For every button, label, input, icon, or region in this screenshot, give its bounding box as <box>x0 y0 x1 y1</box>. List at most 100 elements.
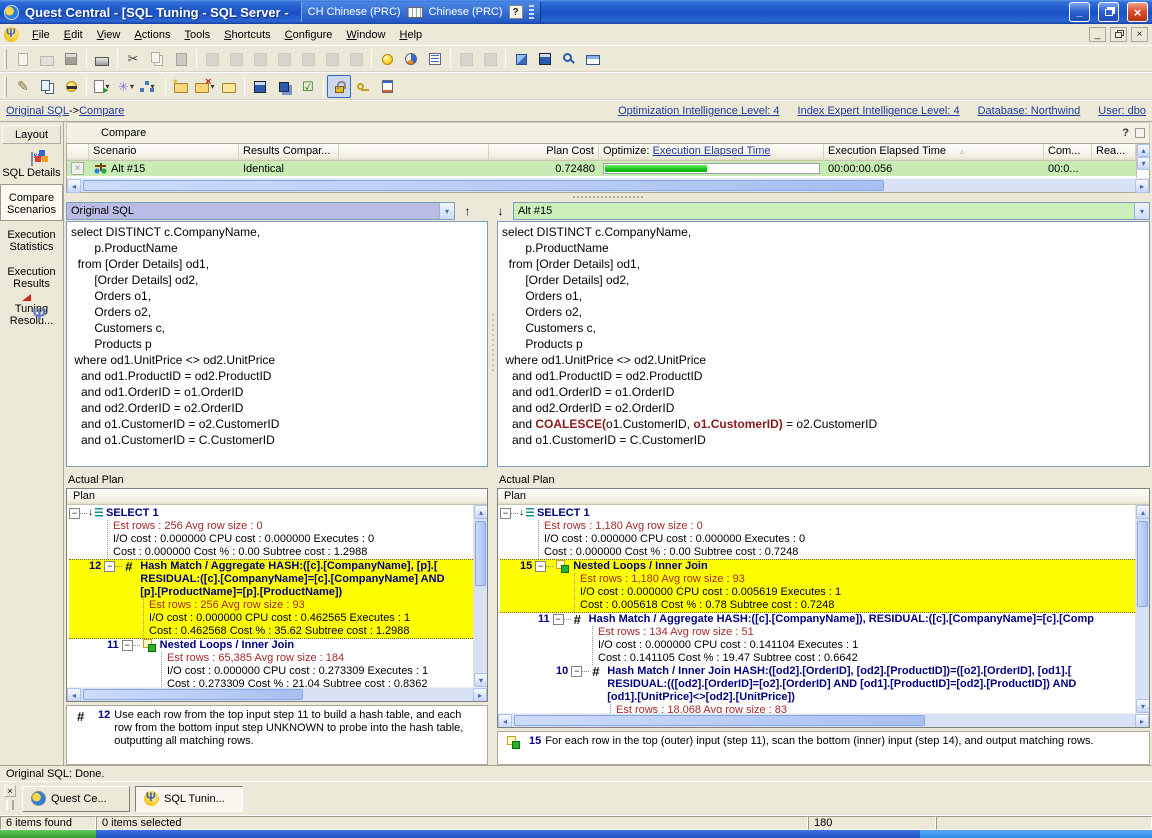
header-link-2[interactable]: Database: Northwind <box>978 105 1081 117</box>
header-link-3[interactable]: User: dbo <box>1098 105 1146 117</box>
right-plan-horizontal-scrollbar[interactable]: ◂ ▸ <box>498 713 1149 727</box>
toolbar-button-lock[interactable] <box>327 75 351 98</box>
toolbar-button-cut[interactable] <box>121 48 145 71</box>
toolbar-button-statistics-chart[interactable] <box>399 48 423 71</box>
toolbar-button-print[interactable] <box>90 48 114 71</box>
column-header-elapsed[interactable]: Execution Elapsed Time▵ <box>824 144 1044 161</box>
start-button-sliver[interactable] <box>0 830 96 838</box>
menu-item-actions[interactable]: Actions <box>127 26 177 44</box>
toolbar-button-database-browser[interactable] <box>509 48 533 71</box>
chevron-down-icon[interactable]: ▾ <box>1134 203 1149 219</box>
toolbar-button-compare-scenarios[interactable] <box>35 75 59 98</box>
menu-item-view[interactable]: View <box>90 26 128 44</box>
menu-item-shortcuts[interactable]: Shortcuts <box>217 26 277 44</box>
plan-node-step-11[interactable]: 11−Hash Match / Aggregate HASH:([c].[Com… <box>500 613 1135 665</box>
language-label[interactable]: CH Chinese (PRC) <box>308 6 401 18</box>
language-bar-grip[interactable] <box>529 5 534 19</box>
collapse-toggle-icon[interactable]: − <box>104 561 115 572</box>
right-plan-vertical-scrollbar[interactable]: ▴ ▾ <box>1135 505 1149 713</box>
grid-vertical-scrollbar[interactable]: ▴▾ <box>1136 144 1149 178</box>
plan-node-step-15[interactable]: 15−Nested Loops / Inner JoinEst rows : 1… <box>500 559 1135 613</box>
delete-scenario-icon[interactable] <box>71 162 84 175</box>
toolbar-button-show-plan[interactable]: ▾ <box>138 75 162 98</box>
keyboard-layout-label[interactable]: Chinese (PRC) <box>429 6 503 18</box>
left-plan-tree[interactable]: −SELECT 1Est rows : 256 Avg row size : 0… <box>67 505 473 687</box>
original-sql-text[interactable]: select DISTINCT c.CompanyName, p.Product… <box>66 221 488 467</box>
alternative-sql-text[interactable]: select DISTINCT c.CompanyName, p.Product… <box>497 221 1150 467</box>
toolbar-button-save-all[interactable] <box>272 75 296 98</box>
column-header-completed[interactable]: Com... <box>1044 144 1092 161</box>
menu-item-help[interactable]: Help <box>393 26 430 44</box>
language-help-button[interactable]: ? <box>509 5 523 19</box>
plan-node-step-12[interactable]: 12−Hash Match / Aggregate HASH:([c].[Com… <box>69 559 473 639</box>
plan-node-select[interactable]: −SELECT 1Est rows : 256 Avg row size : 0… <box>69 507 473 559</box>
close-button[interactable]: × <box>1127 2 1148 22</box>
toolbar-button-sql-advisor[interactable] <box>59 75 83 98</box>
column-header-scenario[interactable]: Scenario <box>89 144 239 161</box>
sidebar-item-execution-statistics[interactable]: Execution Statistics <box>0 221 63 258</box>
collapse-toggle-icon[interactable]: − <box>122 640 133 651</box>
sidebar-item-sql-details[interactable]: SQL Details <box>0 147 63 184</box>
left-plan-horizontal-scrollbar[interactable]: ◂ ▸ <box>67 687 487 701</box>
layout-header-button[interactable]: Layout <box>2 125 61 144</box>
toolbar-button-object-search[interactable] <box>557 48 581 71</box>
plan-node-step-10[interactable]: 10−Hash Match / Inner Join HASH:([od2].[… <box>500 665 1135 713</box>
mdi-minimize-button[interactable]: _ <box>1089 27 1106 42</box>
sidebar-item-tuning-resolutions[interactable]: Tuning Resolu... <box>0 295 63 332</box>
toolbar-button-optimize-sql[interactable]: ▾ <box>114 75 138 98</box>
header-link-0[interactable]: Optimization Intelligence Level: 4 <box>618 105 779 117</box>
taskbar-grip[interactable] <box>6 800 14 810</box>
optimize-metric-link[interactable]: Execution Elapsed Time <box>653 145 771 157</box>
toolbar-button-export-data[interactable] <box>533 48 557 71</box>
menu-item-tools[interactable]: Tools <box>177 26 217 44</box>
panel-pin-button[interactable] <box>1135 128 1145 138</box>
collapse-toggle-icon[interactable]: − <box>535 561 546 572</box>
plan-node-step-11[interactable]: 11−Nested Loops / Inner JoinEst rows : 6… <box>69 639 473 687</box>
move-up-button[interactable]: ↑ <box>459 203 476 220</box>
toolbar-button-tune-sql[interactable] <box>11 75 35 98</box>
panel-help-button[interactable]: ? <box>1122 127 1129 139</box>
sidebar-item-execution-results[interactable]: Execution Results <box>0 258 63 295</box>
right-plan-tree[interactable]: −SELECT 1Est rows : 1,180 Avg row size :… <box>498 505 1135 713</box>
right-scenario-selector[interactable]: Alt #15 ▾ <box>513 202 1150 220</box>
collapse-toggle-icon[interactable]: − <box>69 508 80 519</box>
menu-item-file[interactable]: File <box>25 26 57 44</box>
toolbar-button-reports[interactable] <box>581 48 605 71</box>
language-bar[interactable]: CH Chinese (PRC) Chinese (PRC) ? <box>301 2 541 22</box>
column-header-plan-cost[interactable]: Plan Cost <box>489 144 599 161</box>
left-scenario-selector[interactable]: Original SQL ▾ <box>66 202 455 220</box>
grid-horizontal-scrollbar[interactable]: ◂ ▸ <box>67 178 1149 192</box>
mdi-close-button[interactable]: × <box>1131 27 1148 42</box>
task-button-tuning[interactable]: SQL Tunin... <box>135 786 243 812</box>
toolbar-button-save[interactable] <box>248 75 272 98</box>
column-header-delete[interactable] <box>67 144 89 161</box>
toolbar-button-permissions[interactable] <box>351 75 375 98</box>
taskbar-sliver[interactable] <box>96 830 920 838</box>
mdi-restore-button[interactable] <box>1110 27 1127 42</box>
toolbar-button-new-folder[interactable] <box>169 75 193 98</box>
scenario-row-alt15[interactable]: Alt #15 Identical 0.72480 00:00:00.056 0… <box>67 161 1136 176</box>
toolbar-button-validate[interactable] <box>296 75 320 98</box>
restore-button[interactable] <box>1098 2 1119 22</box>
menu-item-window[interactable]: Window <box>339 26 392 44</box>
vertical-splitter[interactable] <box>488 221 497 467</box>
column-header-results[interactable]: Results Compar... <box>239 144 339 161</box>
left-plan-vertical-scrollbar[interactable]: ▴ ▾ <box>473 505 487 687</box>
taskbar-close-icon[interactable]: × <box>4 785 16 797</box>
header-link-1[interactable]: Index Expert Intelligence Level: 4 <box>798 105 960 117</box>
toolbar-button-new-scenario[interactable]: ▾ <box>90 75 114 98</box>
horizontal-splitter[interactable] <box>66 193 1150 201</box>
sidebar-item-compare-scenarios[interactable]: Compare Scenarios <box>0 184 63 221</box>
menu-item-configure[interactable]: Configure <box>278 26 340 44</box>
collapse-toggle-icon[interactable]: − <box>500 508 511 519</box>
column-header-blank[interactable] <box>339 144 489 161</box>
breadcrumb-original-sql-link[interactable]: Original SQL <box>6 105 69 117</box>
toolbar-button-open-folder[interactable] <box>217 75 241 98</box>
right-plan-column-header[interactable]: Plan <box>498 489 1149 505</box>
column-header-optimize[interactable]: Optimize: Execution Elapsed Time <box>599 144 824 161</box>
menu-item-edit[interactable]: Edit <box>57 26 90 44</box>
toolbar-button-session-report[interactable] <box>375 75 399 98</box>
collapse-toggle-icon[interactable]: − <box>571 666 582 677</box>
breadcrumb-compare-link[interactable]: Compare <box>79 105 124 117</box>
move-down-button[interactable]: ↓ <box>492 203 509 220</box>
